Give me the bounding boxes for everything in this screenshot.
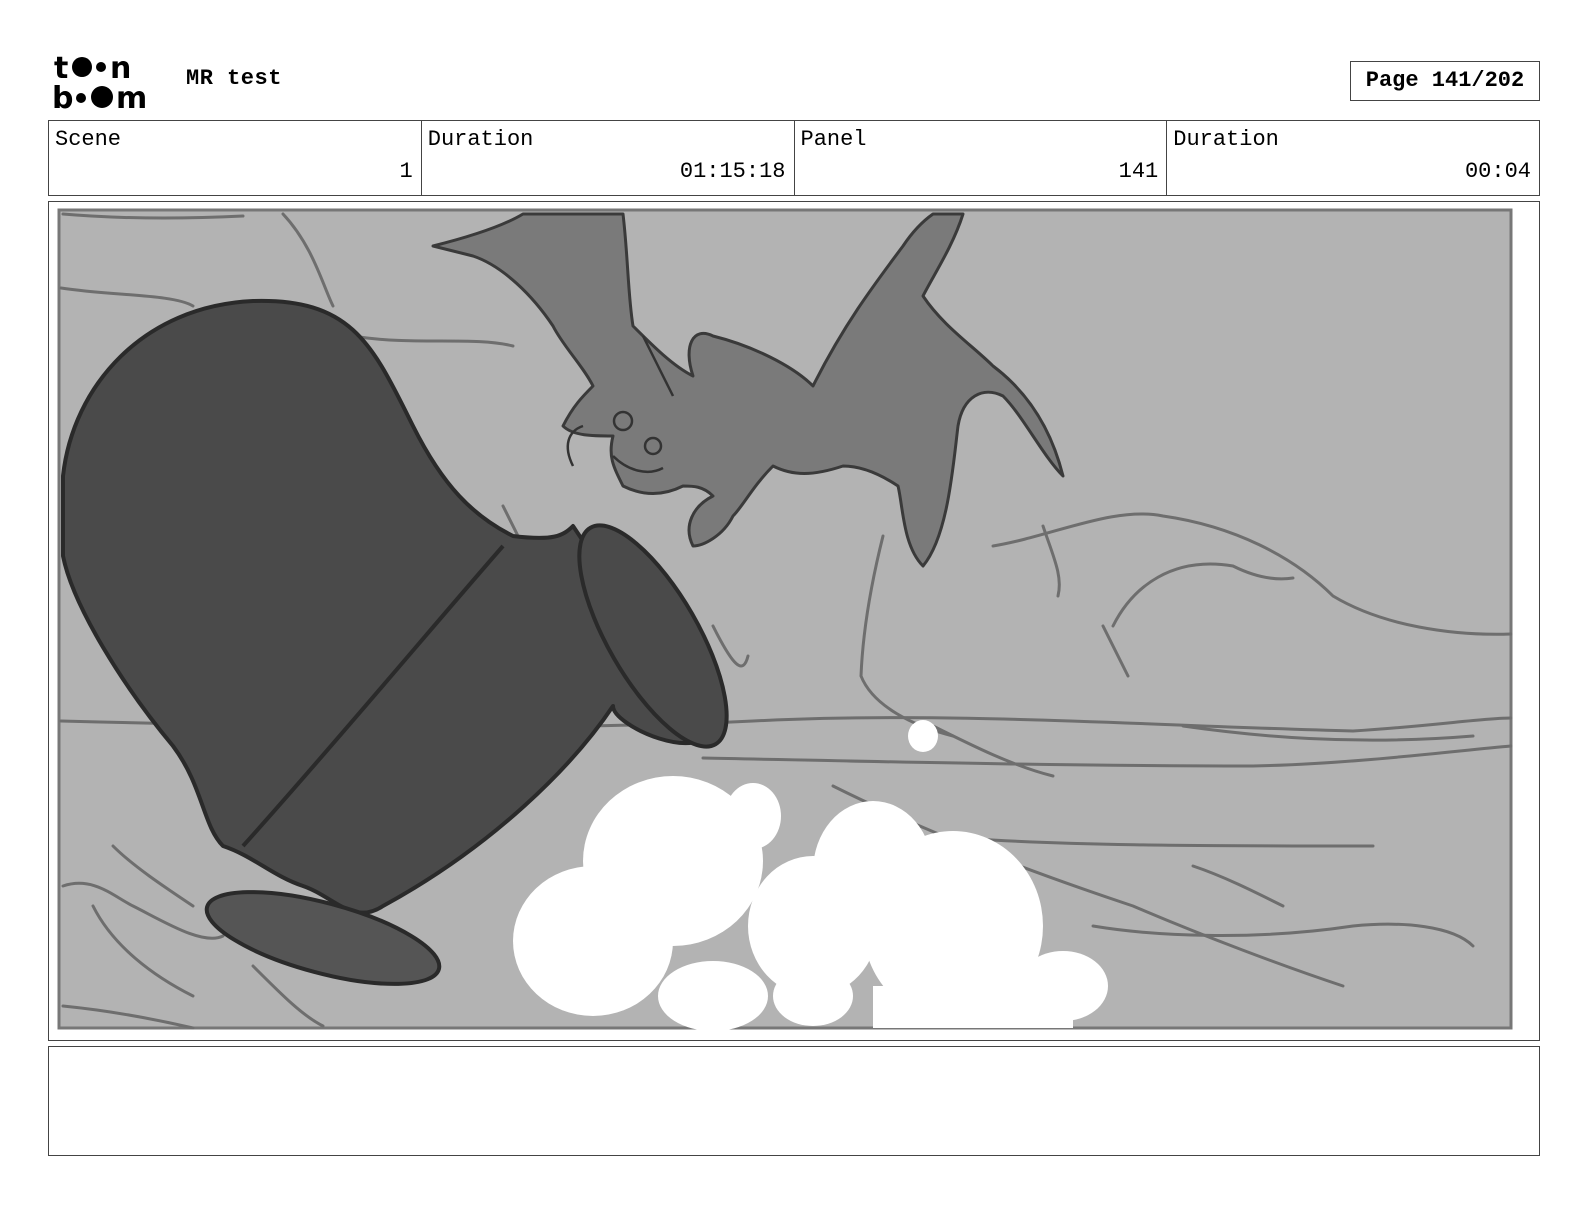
toonboom-logo: t n b m xyxy=(52,51,147,112)
storyboard-sketch-image xyxy=(53,206,1535,1036)
svg-text:m: m xyxy=(116,81,147,112)
scene-duration-label: Duration xyxy=(427,127,534,152)
scene-cell: Scene 1 xyxy=(49,121,422,195)
panel-duration-label: Duration xyxy=(1173,127,1279,152)
storyboard-panel-frame xyxy=(48,201,1540,1041)
panel-info-bar: Scene 1 Duration 01:15:18 Panel 141 Dura… xyxy=(48,120,1540,196)
panel-value: 141 xyxy=(1118,159,1159,184)
panel-label: Panel xyxy=(800,127,867,152)
scene-label: Scene xyxy=(55,127,122,152)
project-title: MR test xyxy=(186,66,282,91)
panel-notes-box xyxy=(48,1046,1540,1156)
svg-text:b: b xyxy=(52,81,73,112)
scene-duration-value: 01:15:18 xyxy=(679,159,786,184)
scene-duration-cell: Duration 01:15:18 xyxy=(422,121,795,195)
panel-cell: Panel 141 xyxy=(795,121,1168,195)
scene-value: 1 xyxy=(399,159,413,184)
panel-duration-cell: Duration 00:04 xyxy=(1167,121,1539,195)
page-indicator: Page 141/202 xyxy=(1350,61,1540,101)
panel-duration-value: 00:04 xyxy=(1464,159,1531,184)
